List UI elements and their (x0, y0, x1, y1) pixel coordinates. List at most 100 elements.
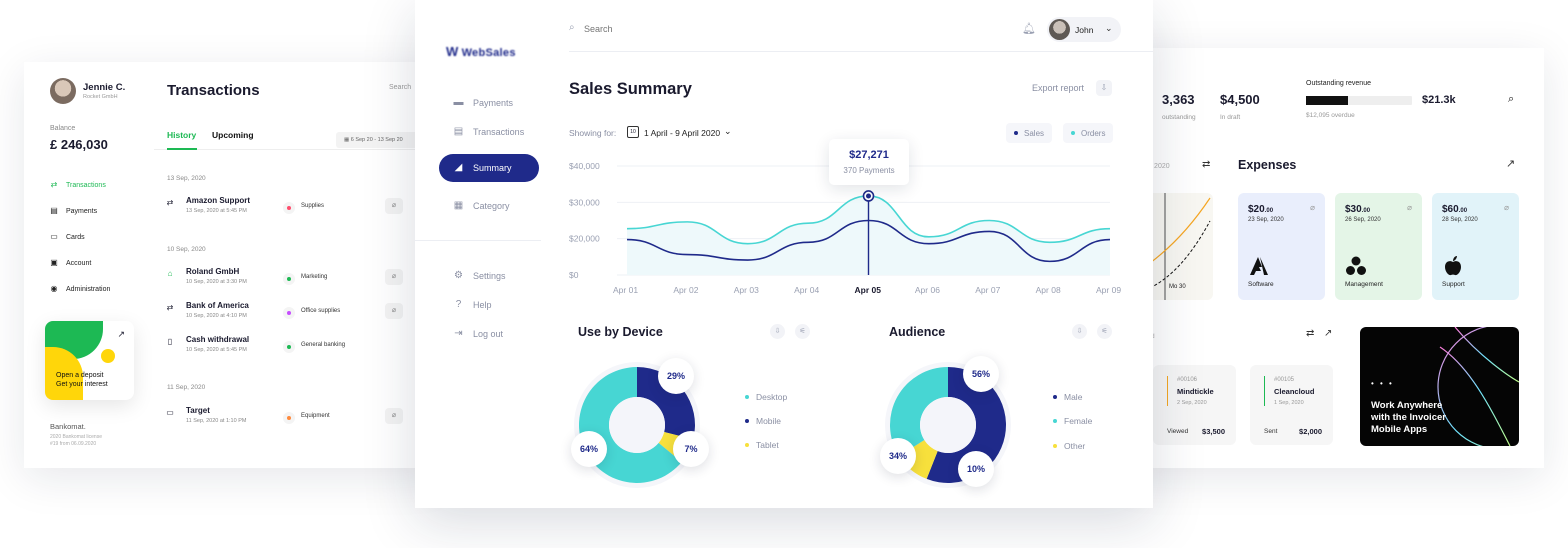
export-report-button[interactable]: Export report (1032, 83, 1084, 93)
sidebar-item-cards[interactable]: ▭ Cards (50, 224, 110, 250)
sidebar-item-logout[interactable]: ⇥ Log out (439, 320, 539, 348)
attachment-icon[interactable]: ⌀ (385, 269, 403, 285)
attachment-icon[interactable]: ⌀ (385, 303, 403, 319)
user-name: John (1075, 25, 1094, 35)
sidebar-item-transactions[interactable]: ⇄ Transactions (50, 172, 110, 198)
sidebar-item-label: Transactions (473, 127, 525, 137)
tab-history[interactable]: History (167, 130, 196, 140)
download-icon[interactable]: ⇩ (770, 324, 785, 339)
download-icon[interactable]: ⇩ (1096, 80, 1112, 96)
invoice-card[interactable]: #00106 Mindtickle 2 Sep, 2020 Viewed $3,… (1153, 365, 1236, 445)
expense-amount: $30.00 (1345, 204, 1370, 215)
settings-sliders-icon[interactable]: ⚟ (795, 324, 810, 339)
sidebar-item-settings[interactable]: ⚙ Settings (439, 262, 539, 290)
invoice-amount: $3,500 (1202, 427, 1225, 436)
deposit-promo-card[interactable]: ↗ Open a deposit Get your interest (45, 321, 134, 400)
app-logo[interactable]: W WebSales (446, 44, 516, 59)
sidebar-item-administration[interactable]: ◉ Administration (50, 276, 111, 302)
sidebar-item-account[interactable]: ▣ Account (50, 250, 110, 276)
y-tick-label: $0 (569, 270, 579, 280)
x-tick-label: Apr 05 (855, 285, 882, 295)
legend-label: Female (1064, 416, 1093, 426)
y-tick-label: $40,000 (569, 161, 600, 171)
expense-card[interactable]: $20.00 23 Sep, 2020 ⌀ Software (1238, 193, 1325, 300)
sidebar-item-category[interactable]: ▦ Category (439, 192, 539, 220)
mini-chart-line (1150, 220, 1211, 289)
invoice-status: Sent (1264, 428, 1278, 435)
user-menu[interactable]: John ⌄ (1047, 17, 1121, 42)
avatar[interactable] (50, 78, 76, 104)
x-tick-label: Apr 09 (1096, 285, 1121, 295)
invoice-card[interactable]: #00105 Cleancloud 1 Sep, 2020 Sent $2,00… (1250, 365, 1333, 445)
filter-icon[interactable]: ⇄ (1202, 159, 1210, 170)
sidebar-item-summary[interactable]: ◢ Summary (439, 154, 539, 182)
legend-mobile: Mobile (745, 416, 781, 426)
attachment-icon: ⌀ (1504, 203, 1509, 212)
search-icon: ⌕ (569, 22, 575, 33)
invoice-number: #00105 (1274, 377, 1295, 383)
transaction-name: Roland GmbH (186, 267, 240, 276)
date-range-select[interactable]: 1 April - 9 April 2020 (644, 128, 720, 138)
sidebar-item-help[interactable]: ? Help (439, 291, 539, 319)
expense-amount-cents: .00 (1264, 208, 1274, 214)
table-row[interactable]: ▭ Target 11 Sep, 2020 at 1:10 PM Equipme… (165, 406, 405, 430)
apple-icon (1445, 256, 1461, 276)
legend-label: Sales (1024, 129, 1045, 138)
search-icon[interactable]: ⌕ (1508, 93, 1514, 106)
expense-card[interactable]: $60.00 28 Sep, 2020 ⌀ Support (1432, 193, 1519, 300)
expense-amount: $20.00 (1248, 204, 1273, 215)
sidebar-item-label: Help (473, 300, 492, 310)
attachment-icon[interactable]: ⌀ (385, 408, 403, 424)
legend-swatch (745, 419, 749, 423)
invoice-client: Cleancloud (1274, 387, 1315, 396)
date-group-label: 13 Sep, 2020 (167, 175, 206, 182)
table-row[interactable]: ▯ Cash withdrawal 10 Sep, 2020 at 5:45 P… (165, 335, 405, 359)
calendar-icon[interactable]: 10 (627, 126, 639, 138)
transaction-name: Amazon Support (186, 196, 250, 205)
active-tab-indicator (167, 148, 197, 150)
stat-label: outstanding (1162, 114, 1196, 121)
swap-icon: ⇄ (50, 180, 58, 189)
legend-swatch (1014, 131, 1018, 135)
tab-upcoming[interactable]: Upcoming (212, 130, 254, 140)
donut-label: 64% (571, 431, 607, 467)
search-input[interactable] (584, 24, 884, 34)
outstanding-value: $21.3k (1422, 94, 1456, 106)
table-row[interactable]: ⌂ Roland GmbH 10 Sep, 2020 at 3:30 PM Ma… (165, 267, 405, 291)
arrow-up-right-icon[interactable]: ↗ (1506, 157, 1515, 170)
sidebar-nav: ⇄ Transactions ▤ Payments ▭ Cards ▣ Account … (50, 172, 110, 302)
donut-label: 7% (673, 431, 709, 467)
device-title: Use by Device (578, 325, 663, 339)
sidebar-item-label: Payments (66, 207, 98, 215)
transaction-date: 10 Sep, 2020 at 3:30 PM (186, 279, 247, 285)
legend-swatch (1071, 131, 1075, 135)
table-row[interactable]: ⇄ Amazon Support 13 Sep, 2020 at 5:45 PM… (165, 196, 405, 220)
mobile-app-promo[interactable]: • • • Work Anywhere with the Invoicer Mobi… (1360, 327, 1519, 446)
expense-card[interactable]: $30.00 26 Sep, 2020 ⌀ Management (1335, 193, 1422, 300)
sidebar-item-transactions[interactable]: ▤ Transactions (439, 118, 539, 146)
outstanding-progress (1306, 96, 1412, 105)
promo-text: Open a deposit Get your interest (56, 371, 108, 389)
category-dot (283, 412, 295, 424)
balance-value: £ 246,030 (50, 137, 108, 152)
legend-tablet: Tablet (745, 440, 779, 450)
category-dot-color (287, 206, 291, 210)
table-row[interactable]: ⇄ Bank of America 10 Sep, 2020 at 4:10 P… (165, 301, 405, 325)
category-label: Office supplies (301, 308, 341, 314)
settings-sliders-icon[interactable]: ⚟ (1097, 324, 1112, 339)
attachment-icon[interactable]: ⌀ (385, 198, 403, 214)
donut-label: 34% (880, 438, 916, 474)
download-icon[interactable]: ⇩ (1072, 324, 1087, 339)
sidebar-item-payments[interactable]: ▤ Payments (50, 198, 110, 224)
arrow-up-right-icon[interactable]: ↗ (1324, 328, 1332, 339)
filter-icon[interactable]: ⇄ (1306, 328, 1314, 339)
category-label: Marketing (301, 274, 328, 280)
bell-icon[interactable]: 🔔︎ (1022, 22, 1036, 35)
search-link[interactable]: Search (389, 84, 411, 91)
calendar-day: 10 (630, 129, 636, 135)
sidebar-item-payments[interactable]: ▬ Payments (439, 89, 539, 117)
transaction-date: 11 Sep, 2020 at 1:10 PM (186, 418, 247, 424)
promo-line: with the Invoicer (1371, 412, 1446, 423)
chevron-down-icon[interactable]: ⌄ (724, 126, 732, 137)
page-title: Transactions (167, 82, 260, 99)
